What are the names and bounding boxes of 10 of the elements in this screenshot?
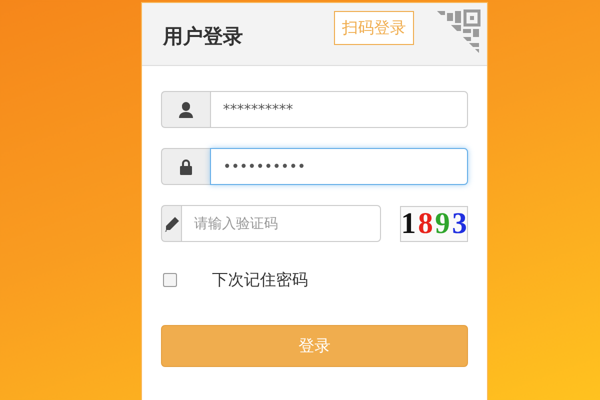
login-title: 用户登录 [163,22,243,50]
remember-checkbox[interactable] [163,273,177,287]
input-field[interactable]: •••••••••• [210,148,468,185]
captcha-image[interactable]: 1893 [400,206,468,242]
pencil-icon [162,214,180,232]
captcha-input[interactable]: 请输入验证码 [181,205,381,242]
input-field[interactable]: ********** [210,91,468,128]
remember-label: 下次记住密码 [212,270,308,290]
lock-icon [177,158,195,176]
user-icon [177,100,195,118]
